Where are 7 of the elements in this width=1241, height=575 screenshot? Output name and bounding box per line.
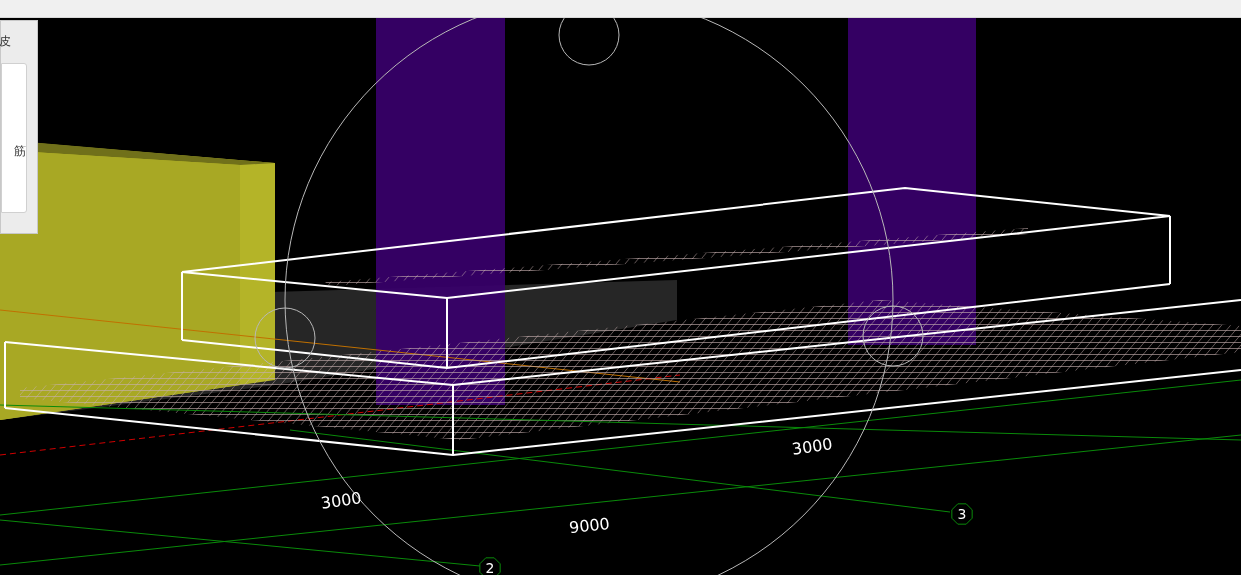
panel-title: 皮 [0,35,12,47]
panel-item: 筋 [14,145,26,157]
dimension-label: 3000 [319,488,363,513]
grid-axis-marker: 2 [479,557,501,575]
grid-axis-marker: 3 [951,503,973,525]
dimension-label: 9000 [568,513,611,538]
dimension-label: 3000 [790,434,834,459]
